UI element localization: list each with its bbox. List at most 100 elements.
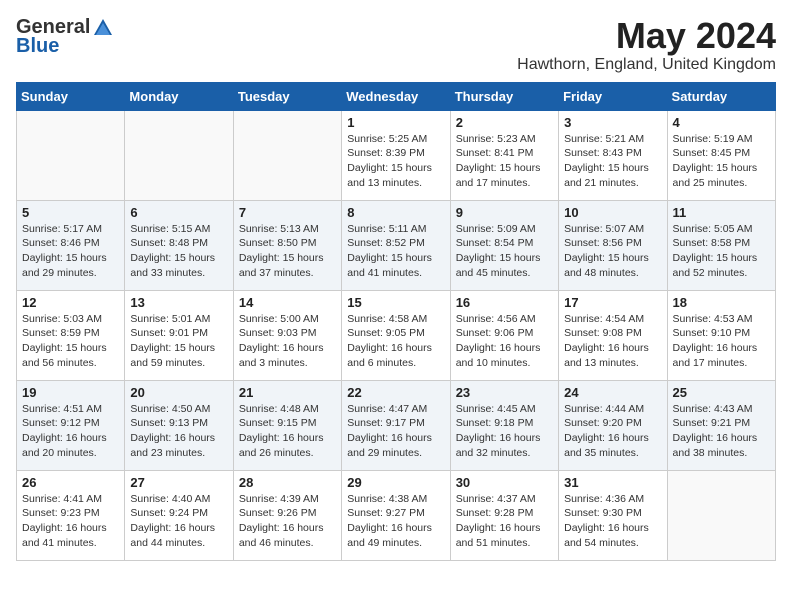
day-info: Sunrise: 5:01 AM Sunset: 9:01 PM Dayligh… (130, 312, 227, 371)
calendar-cell: 7 Sunrise: 5:13 AM Sunset: 8:50 PM Daylig… (233, 200, 341, 290)
calendar-cell: 15 Sunrise: 4:58 AM Sunset: 9:05 PM Dayli… (342, 290, 450, 380)
day-info: Sunrise: 4:40 AM Sunset: 9:24 PM Dayligh… (130, 492, 227, 551)
header-tuesday: Tuesday (233, 82, 341, 110)
day-info: Sunrise: 5:19 AM Sunset: 8:45 PM Dayligh… (673, 132, 770, 191)
calendar-cell: 28Sunrise: 4:39 AM Sunset: 9:26 PM Dayli… (233, 470, 341, 560)
day-info: Sunrise: 4:51 AM Sunset: 9:12 PM Dayligh… (22, 402, 119, 461)
day-number: 1 (347, 115, 444, 130)
calendar-cell: 30 Sunrise: 4:37 AM Sunset: 9:28 PM Dayli… (450, 470, 558, 560)
day-number: 3 (564, 115, 661, 130)
day-number: 18 (673, 295, 770, 310)
day-info: Sunrise: 4:36 AM Sunset: 9:30 PM Dayligh… (564, 492, 661, 551)
day-number: 23 (456, 385, 553, 400)
day-info: Sunrise: 4:45 AM Sunset: 9:18 PM Dayligh… (456, 402, 553, 461)
calendar-cell: 31 Sunrise: 4:36 AM Sunset: 9:30 PM Dayli… (559, 470, 667, 560)
day-number: 7 (239, 205, 336, 220)
day-number: 24 (564, 385, 661, 400)
calendar-cell: 29Sunrise: 4:38 AM Sunset: 9:27 PM Dayli… (342, 470, 450, 560)
calendar-week-row: 19 Sunrise: 4:51 AM Sunset: 9:12 PM Dayli… (17, 380, 776, 470)
calendar-cell: 12 Sunrise: 5:03 AM Sunset: 8:59 PM Dayli… (17, 290, 125, 380)
calendar-cell: 25 Sunrise: 4:43 AM Sunset: 9:21 PM Dayli… (667, 380, 775, 470)
day-info: Sunrise: 4:56 AM Sunset: 9:06 PM Dayligh… (456, 312, 553, 371)
day-number: 28 (239, 475, 336, 490)
day-number: 2 (456, 115, 553, 130)
day-info: Sunrise: 5:15 AM Sunset: 8:48 PM Dayligh… (130, 222, 227, 281)
calendar-cell: 11 Sunrise: 5:05 AM Sunset: 8:58 PM Dayli… (667, 200, 775, 290)
day-info: Sunrise: 4:54 AM Sunset: 9:08 PM Dayligh… (564, 312, 661, 371)
header-monday: Monday (125, 82, 233, 110)
logo: General Blue (16, 16, 114, 58)
day-number: 29 (347, 475, 444, 490)
calendar-cell: 22 Sunrise: 4:47 AM Sunset: 9:17 PM Dayli… (342, 380, 450, 470)
day-number: 17 (564, 295, 661, 310)
calendar-cell: 13 Sunrise: 5:01 AM Sunset: 9:01 PM Dayli… (125, 290, 233, 380)
day-info: Sunrise: 5:07 AM Sunset: 8:56 PM Dayligh… (564, 222, 661, 281)
day-number: 10 (564, 205, 661, 220)
day-number: 15 (347, 295, 444, 310)
calendar-cell: 27Sunrise: 4:40 AM Sunset: 9:24 PM Dayli… (125, 470, 233, 560)
day-number: 14 (239, 295, 336, 310)
calendar-cell: 26 Sunrise: 4:41 AM Sunset: 9:23 PM Dayli… (17, 470, 125, 560)
calendar-header-row: SundayMondayTuesdayWednesdayThursdayFrid… (17, 82, 776, 110)
day-info: Sunrise: 4:37 AM Sunset: 9:28 PM Dayligh… (456, 492, 553, 551)
day-info: Sunrise: 4:47 AM Sunset: 9:17 PM Dayligh… (347, 402, 444, 461)
day-number: 9 (456, 205, 553, 220)
calendar-cell: 2 Sunrise: 5:23 AM Sunset: 8:41 PM Daylig… (450, 110, 558, 200)
page-header: General Blue May 2024 Hawthorn, England,… (16, 16, 776, 74)
calendar-cell: 14 Sunrise: 5:00 AM Sunset: 9:03 PM Dayli… (233, 290, 341, 380)
day-number: 4 (673, 115, 770, 130)
calendar-cell: 6Sunrise: 5:15 AM Sunset: 8:48 PM Daylig… (125, 200, 233, 290)
header-wednesday: Wednesday (342, 82, 450, 110)
calendar-week-row: 5Sunrise: 5:17 AM Sunset: 8:46 PM Daylig… (17, 200, 776, 290)
calendar-week-row: 1 Sunrise: 5:25 AM Sunset: 8:39 PM Daylig… (17, 110, 776, 200)
calendar-cell: 18Sunrise: 4:53 AM Sunset: 9:10 PM Dayli… (667, 290, 775, 380)
day-info: Sunrise: 4:44 AM Sunset: 9:20 PM Dayligh… (564, 402, 661, 461)
day-info: Sunrise: 5:00 AM Sunset: 9:03 PM Dayligh… (239, 312, 336, 371)
logo-blue-text: Blue (16, 35, 59, 58)
day-number: 26 (22, 475, 119, 490)
day-info: Sunrise: 5:03 AM Sunset: 8:59 PM Dayligh… (22, 312, 119, 371)
calendar-cell (233, 110, 341, 200)
day-number: 12 (22, 295, 119, 310)
calendar-cell (125, 110, 233, 200)
day-info: Sunrise: 4:41 AM Sunset: 9:23 PM Dayligh… (22, 492, 119, 551)
logo-icon (92, 17, 114, 39)
day-info: Sunrise: 4:58 AM Sunset: 9:05 PM Dayligh… (347, 312, 444, 371)
header-friday: Friday (559, 82, 667, 110)
calendar-cell: 20Sunrise: 4:50 AM Sunset: 9:13 PM Dayli… (125, 380, 233, 470)
calendar-week-row: 26 Sunrise: 4:41 AM Sunset: 9:23 PM Dayli… (17, 470, 776, 560)
location: Hawthorn, England, United Kingdom (517, 56, 776, 74)
day-number: 31 (564, 475, 661, 490)
day-info: Sunrise: 4:43 AM Sunset: 9:21 PM Dayligh… (673, 402, 770, 461)
day-number: 19 (22, 385, 119, 400)
day-info: Sunrise: 5:05 AM Sunset: 8:58 PM Dayligh… (673, 222, 770, 281)
calendar-cell: 23 Sunrise: 4:45 AM Sunset: 9:18 PM Dayli… (450, 380, 558, 470)
day-number: 13 (130, 295, 227, 310)
day-info: Sunrise: 5:17 AM Sunset: 8:46 PM Dayligh… (22, 222, 119, 281)
calendar-cell: 17 Sunrise: 4:54 AM Sunset: 9:08 PM Dayli… (559, 290, 667, 380)
calendar-cell: 24 Sunrise: 4:44 AM Sunset: 9:20 PM Dayli… (559, 380, 667, 470)
day-number: 25 (673, 385, 770, 400)
calendar-cell: 10 Sunrise: 5:07 AM Sunset: 8:56 PM Dayli… (559, 200, 667, 290)
header-thursday: Thursday (450, 82, 558, 110)
calendar-cell: 1 Sunrise: 5:25 AM Sunset: 8:39 PM Daylig… (342, 110, 450, 200)
calendar-cell: 5Sunrise: 5:17 AM Sunset: 8:46 PM Daylig… (17, 200, 125, 290)
calendar-cell: 3 Sunrise: 5:21 AM Sunset: 8:43 PM Daylig… (559, 110, 667, 200)
calendar-cell: 4 Sunrise: 5:19 AM Sunset: 8:45 PM Daylig… (667, 110, 775, 200)
day-number: 20 (130, 385, 227, 400)
day-number: 22 (347, 385, 444, 400)
day-info: Sunrise: 5:25 AM Sunset: 8:39 PM Dayligh… (347, 132, 444, 191)
title-block: May 2024 Hawthorn, England, United Kingd… (517, 16, 776, 74)
day-info: Sunrise: 5:21 AM Sunset: 8:43 PM Dayligh… (564, 132, 661, 191)
day-info: Sunrise: 5:11 AM Sunset: 8:52 PM Dayligh… (347, 222, 444, 281)
day-number: 16 (456, 295, 553, 310)
day-number: 11 (673, 205, 770, 220)
header-sunday: Sunday (17, 82, 125, 110)
day-info: Sunrise: 5:13 AM Sunset: 8:50 PM Dayligh… (239, 222, 336, 281)
calendar-cell: 21Sunrise: 4:48 AM Sunset: 9:15 PM Dayli… (233, 380, 341, 470)
day-number: 8 (347, 205, 444, 220)
day-info: Sunrise: 5:23 AM Sunset: 8:41 PM Dayligh… (456, 132, 553, 191)
day-number: 30 (456, 475, 553, 490)
calendar-cell (667, 470, 775, 560)
calendar-cell (17, 110, 125, 200)
